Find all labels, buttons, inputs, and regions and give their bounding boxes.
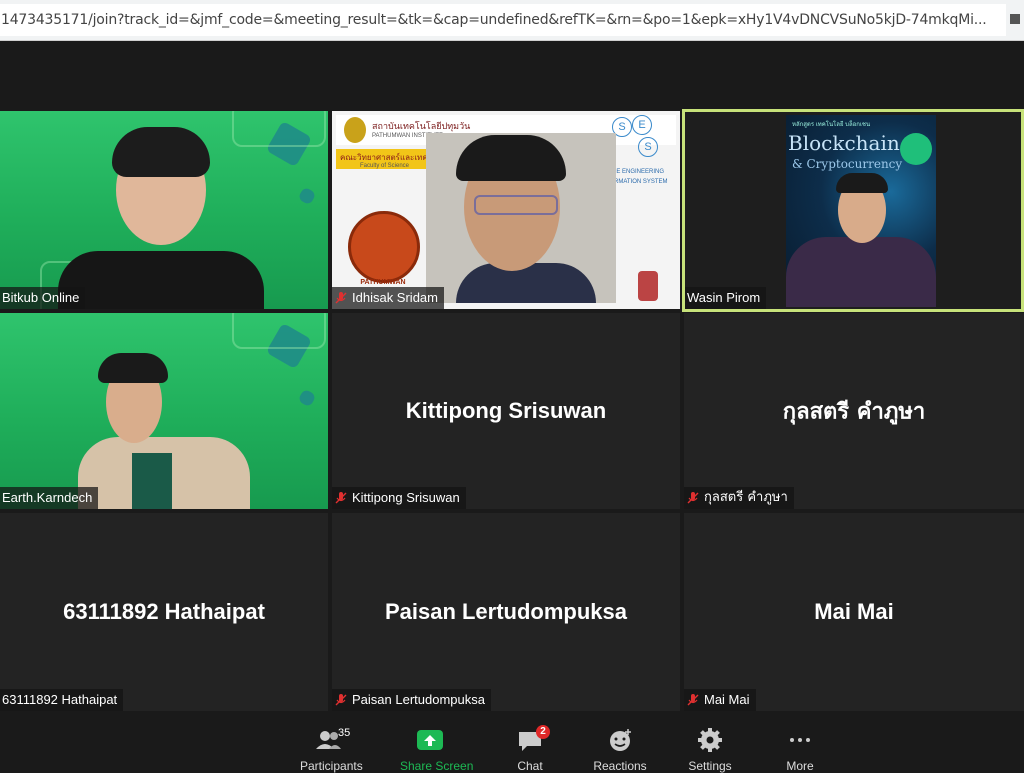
gallery-view: Bitkub Online สถาบันเทคโนโลยีปทุมวัน PAT… xyxy=(0,41,1024,721)
url-overflow-icon[interactable] xyxy=(1010,14,1020,24)
participants-button[interactable]: 35 Participants xyxy=(300,727,363,773)
reactions-icon xyxy=(610,729,631,751)
settings-label: Settings xyxy=(688,759,732,773)
video-tile-wasin-pirom[interactable]: หลักสูตร เทคโนโลยี บล็อกเชน Blockchain &… xyxy=(682,109,1024,312)
video-tile-bitkub-online[interactable]: Bitkub Online xyxy=(0,111,328,309)
video-tile-idhisak-sridam[interactable]: สถาบันเทคโนโลยีปทุมวัน PATHUMWAN INSTITU… xyxy=(332,111,680,309)
reactions-button[interactable]: Reactions xyxy=(590,727,650,773)
participant-display-name: 63111892 Hathaipat xyxy=(63,599,265,624)
participant-name-tag: Idhisak Sridam xyxy=(332,287,444,309)
cartoon-icon xyxy=(638,271,658,301)
background-subtitle: & Cryptocurrency xyxy=(792,157,903,171)
slide-header-thai: สถาบันเทคโนโลยีปทุมวัน xyxy=(372,122,471,132)
more-label: More xyxy=(786,759,814,773)
participant-name-tag: กุลสตรี คำภูษา xyxy=(684,487,794,509)
participant-name: 63111892 Hathaipat xyxy=(2,692,118,707)
settings-button[interactable]: Settings xyxy=(680,727,740,773)
browser-address-bar[interactable]: 1473435171/join?track_id=&jmf_code=&meet… xyxy=(0,0,1024,41)
participant-video xyxy=(58,251,264,309)
mic-muted-icon xyxy=(335,694,347,706)
video-tile-mai-mai[interactable]: Mai Mai Mai Mai xyxy=(684,513,1024,711)
participant-display-name: กุลสตรี คำภูษา xyxy=(782,399,926,425)
video-tile-earth-karndech[interactable]: Earth.Karndech xyxy=(0,313,328,509)
video-tile-hathaipat[interactable]: 63111892 Hathaipat 63111892 Hathaipat xyxy=(0,513,328,711)
video-tile-kittipong-srisuwan[interactable]: Kittipong Srisuwan Kittipong Srisuwan xyxy=(332,313,680,509)
participant-name: กุลสตรี คำภูษา xyxy=(704,490,788,505)
glasses-icon xyxy=(474,195,558,215)
meeting-toolbar: 35 Participants Share Screen 2 Chat Reac… xyxy=(0,721,1024,773)
participant-name-tag: 63111892 Hathaipat xyxy=(0,689,124,711)
participant-name: Bitkub Online xyxy=(2,290,80,305)
ses-circle-e: E xyxy=(632,115,652,135)
ses-circle-s2: S xyxy=(638,137,658,157)
slide-logo-text: PATHUMWAN xyxy=(360,279,406,286)
video-tile-paisan-lertudompuksa[interactable]: Paisan Lertudompuksa Paisan Lertudompuks… xyxy=(332,513,680,711)
mic-muted-icon xyxy=(687,492,699,504)
settings-icon xyxy=(698,728,722,752)
participant-name-tag: Wasin Pirom xyxy=(685,287,767,309)
participant-count: 35 xyxy=(338,727,351,739)
institute-logo-icon xyxy=(344,117,366,143)
background-top-text: หลักสูตร เทคโนโลยี บล็อกเชน xyxy=(792,122,871,128)
slide-right-text-2: RMATION SYSTEM xyxy=(614,179,668,185)
share-screen-icon xyxy=(417,730,443,750)
participant-name-tag: Paisan Lertudompuksa xyxy=(332,689,491,711)
share-screen-button[interactable]: Share Screen xyxy=(400,727,473,773)
participant-name: Mai Mai xyxy=(704,692,750,707)
participant-display-name: Kittipong Srisuwan xyxy=(405,398,607,423)
pathumwan-90-logo-icon xyxy=(348,211,420,283)
background-title: Blockchain xyxy=(788,131,900,155)
mic-muted-icon xyxy=(335,492,347,504)
slide-sub-en: Faculty of Science xyxy=(360,163,410,169)
share-screen-label: Share Screen xyxy=(400,759,474,773)
chat-unread-badge: 2 xyxy=(536,725,550,739)
participant-name: Idhisak Sridam xyxy=(352,290,438,305)
chat-label: Chat xyxy=(517,759,543,773)
mic-muted-icon xyxy=(687,694,699,706)
participant-name-tag: Bitkub Online xyxy=(0,287,86,309)
reactions-label: Reactions xyxy=(593,759,647,773)
slide-right-text-1: ARE ENGINEERING xyxy=(608,169,665,175)
video-tile-kulsatree[interactable]: กุลสตรี คำภูษา กุลสตรี คำภูษา xyxy=(684,313,1024,509)
blockchain-logo-icon xyxy=(900,133,932,165)
chat-button[interactable]: 2 Chat xyxy=(500,725,560,773)
url-text[interactable]: 1473435171/join?track_id=&jmf_code=&meet… xyxy=(0,4,1006,36)
participant-name: Kittipong Srisuwan xyxy=(352,490,460,505)
participant-name-tag: Mai Mai xyxy=(684,689,756,711)
participant-name: Earth.Karndech xyxy=(2,490,93,505)
mic-muted-icon xyxy=(335,292,347,304)
participant-name-tag: Kittipong Srisuwan xyxy=(332,487,466,509)
participant-display-name: Mai Mai xyxy=(814,599,894,624)
participant-name-tag: Earth.Karndech xyxy=(0,487,99,509)
participant-video xyxy=(786,237,936,307)
participant-name: Paisan Lertudompuksa xyxy=(352,692,485,707)
participant-name: Wasin Pirom xyxy=(687,290,761,305)
more-icon xyxy=(790,738,810,742)
participant-display-name: Paisan Lertudompuksa xyxy=(384,599,628,624)
more-button[interactable]: More xyxy=(770,727,830,773)
participants-label: Participants xyxy=(300,759,363,773)
